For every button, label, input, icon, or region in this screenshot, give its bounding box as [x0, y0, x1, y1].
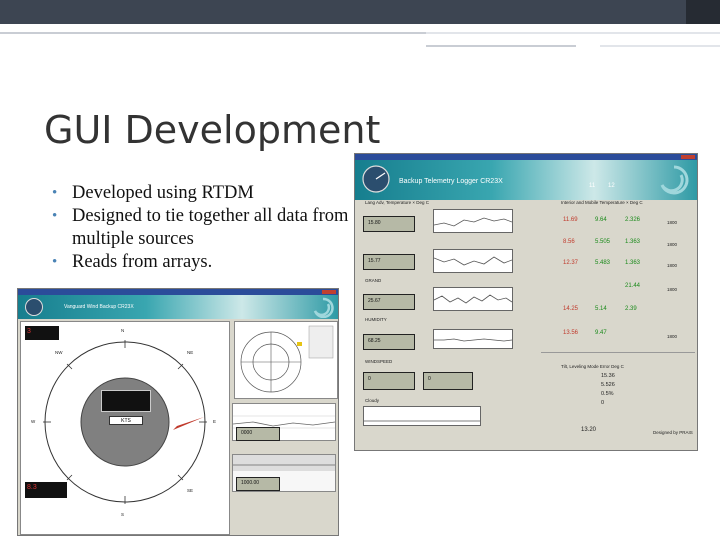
block-value-2: 5.526: [601, 382, 615, 388]
designer-credit: Designed by PRAIS: [653, 430, 693, 435]
lcd-readout-5: 0: [363, 372, 415, 390]
banner-time-2: 12: [608, 183, 615, 189]
bullet-item: • Designed to tie together all data from …: [52, 206, 349, 249]
wind-readout-2: 1000.00: [236, 477, 280, 491]
compass-label-e: E: [213, 419, 217, 424]
lower-table-heading: Tilt, Leveling Mode Error Deg C: [561, 364, 624, 369]
block-value-3: 0.5%: [601, 391, 614, 397]
red-value-1: 11.69: [563, 217, 578, 223]
trend-plot-4: [433, 329, 513, 349]
dark-value-4: 21.44: [625, 283, 641, 289]
green-value-4: 5.14: [595, 306, 607, 312]
header-rule-tail: [600, 45, 720, 47]
wind-banner-title: Vanguard Wind Backup CR23X: [64, 304, 134, 310]
lcd-readout-4: 68.25: [363, 334, 415, 350]
header-rule-left: [0, 32, 426, 34]
compass-rose: [43, 340, 207, 504]
wind-red-readout-2: 8.3: [25, 482, 67, 498]
col-value-1: 1800: [667, 220, 678, 225]
grand-label: GRAND: [365, 278, 382, 283]
humidity-label: HUMIDITY: [365, 317, 387, 322]
green-value-1: 9.64: [595, 217, 607, 223]
bullet-text: Developed using RTDM: [72, 183, 254, 203]
telemetry-logger-screenshot: Backup Telemetry Logger CR23X 11 12 Lang…: [354, 153, 698, 451]
lcd-readout-3: 25.67: [363, 294, 415, 310]
trend-plot-1: [433, 209, 513, 233]
logo-swirl-icon: [313, 297, 334, 318]
left-top-label: Lang Adv, Temperature × Deg C: [365, 200, 429, 205]
dark-value-2: 1.363: [625, 239, 641, 245]
compass-label-ne: NE: [187, 350, 194, 355]
lcd-readout-1: 15.80: [363, 216, 415, 232]
bullet-text: Reads from arrays.: [72, 252, 213, 272]
bottom-time: 13.20: [581, 427, 597, 433]
red-value-4: 14.25: [563, 306, 579, 312]
dark-value-5: 2.39: [625, 306, 637, 312]
bullet-item: • Reads from arrays.: [52, 252, 213, 272]
polar-plot-panel: [234, 321, 338, 399]
red-value-5: 13.56: [563, 330, 579, 336]
instrument-dial-icon: [25, 298, 43, 316]
slide-top-bar: [0, 0, 720, 24]
trend-plot-3: [433, 287, 513, 311]
green-value-5: 9.47: [595, 330, 607, 336]
center-speed-box: [101, 390, 151, 412]
col-value-4: 1800: [667, 287, 678, 292]
red-value-2: 8.56: [563, 239, 575, 245]
lcd-readout-6: 0: [423, 372, 473, 390]
telemetry-banner: Backup Telemetry Logger CR23X 11 12: [355, 160, 697, 200]
section-divider: [541, 352, 695, 353]
lcd-readout-2: 15.77: [363, 254, 415, 270]
compass-label-w: W: [31, 419, 36, 424]
header-rule-right: [426, 32, 720, 34]
trend-plot-2: [433, 249, 513, 273]
compass-label-s: S: [121, 512, 125, 517]
compass-label-se: SE: [187, 488, 194, 493]
red-value-3: 12.37: [563, 260, 579, 266]
banner-title: Backup Telemetry Logger CR23X: [399, 178, 503, 185]
col-value-2: 1800: [667, 242, 678, 247]
dark-value-1: 2.326: [625, 217, 641, 223]
green-value-3: 5.483: [595, 260, 611, 266]
bullet-list: • Developed using RTDM • Designed to tie t…: [52, 182, 352, 274]
trend-plot-5: [363, 406, 481, 426]
wind-readout-1: 0000: [236, 427, 280, 441]
compass-label-nw: NW: [55, 350, 63, 355]
trend-table-heading: Interior and Mobile Temperature × Deg C: [561, 200, 643, 205]
banner-time-1: 11: [589, 183, 596, 189]
logo-swirl-icon: [660, 165, 689, 195]
block-value-4: 0: [601, 400, 605, 406]
compass-label-n: N: [121, 328, 125, 333]
windspeed-label: WINDSPEED: [365, 359, 393, 364]
col-value-3: 1800: [667, 263, 678, 268]
knots-box: KTS: [109, 416, 143, 425]
wind-banner: Vanguard Wind Backup CR23X: [18, 295, 338, 319]
dark-value-3: 1.363: [625, 260, 641, 266]
bullet-item: • Developed using RTDM: [52, 183, 254, 203]
cloudy-label: Cloudy: [365, 398, 380, 403]
header-rule-mid: [426, 45, 576, 47]
col-value-5: 1800: [667, 334, 678, 339]
wind-red-readout-1: 3: [25, 326, 59, 340]
bullet-text: Designed to tie together all data from m…: [72, 206, 349, 249]
green-value-2: 5.505: [595, 239, 611, 245]
page-title: GUI Development: [44, 108, 381, 152]
instrument-dial-icon: [362, 165, 390, 193]
wind-screenshot: Vanguard Wind Backup CR23X N NE E SE S S…: [17, 288, 339, 536]
block-value-1: 15.36: [601, 373, 615, 379]
compass-panel: N NE E SE S SW W NW 3 8.3 KTS: [20, 321, 230, 535]
polar-plot: [240, 325, 334, 393]
